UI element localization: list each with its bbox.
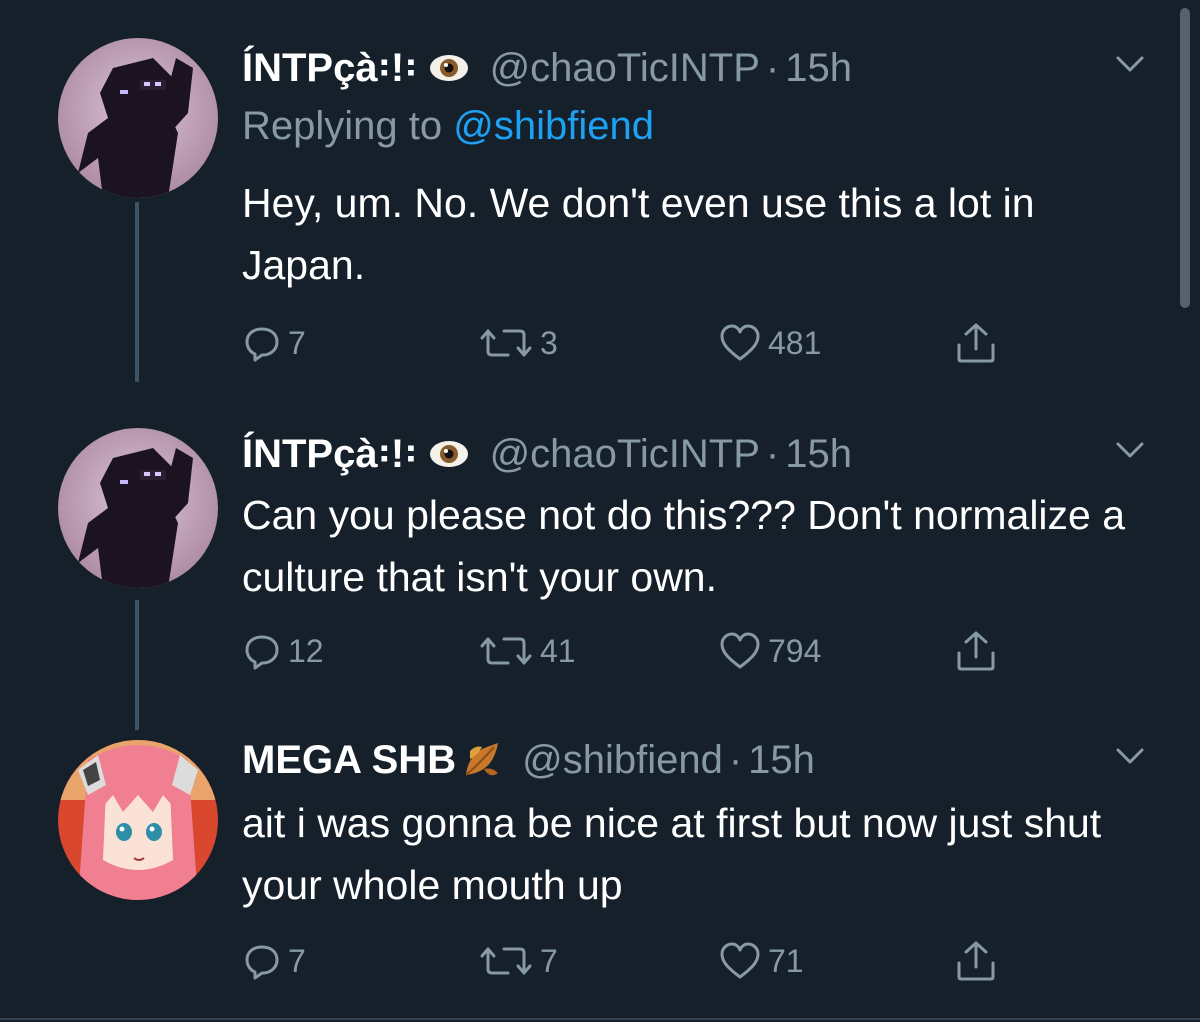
share-button[interactable] (954, 936, 998, 986)
retweet-icon (480, 329, 532, 357)
reply-count: 7 (288, 942, 306, 979)
separator-dot: · (765, 431, 780, 476)
retweet-button[interactable]: 41 (478, 626, 576, 676)
display-name[interactable]: ÍNTPçà꞉!꞉ (242, 46, 418, 91)
display-name[interactable]: MEGA SHB (242, 738, 456, 783)
share-icon (957, 631, 995, 671)
eye-emoji-icon (428, 433, 470, 475)
like-button[interactable]: 71 (718, 936, 804, 986)
share-button[interactable] (954, 318, 998, 368)
tweet-header: MEGA SHB @shibfiend · 15h (242, 730, 815, 790)
tweet-text: Hey, um. No. We don't even use this a lo… (242, 180, 1035, 288)
retweet-count: 7 (540, 942, 558, 979)
avatar-chaoticintp[interactable] (58, 428, 218, 588)
retweet-button[interactable]: 3 (478, 318, 558, 368)
reply-icon (245, 945, 279, 980)
heart-icon (720, 324, 760, 361)
reply-count: 12 (288, 632, 324, 669)
like-count: 794 (768, 632, 822, 669)
thread-line (135, 202, 139, 382)
replying-to-label: Replying to (242, 104, 443, 148)
user-handle[interactable]: @shibfiend (522, 738, 723, 783)
like-button[interactable]: 794 (718, 626, 821, 676)
like-count: 481 (768, 324, 822, 361)
replying-to-mention[interactable]: @shibfiend (453, 104, 654, 148)
tweet-actions: 7 3 481 (242, 318, 1042, 368)
chevron-down-icon[interactable] (1112, 432, 1148, 468)
reply-icon (245, 635, 279, 670)
reply-icon (245, 327, 279, 362)
reply-button[interactable]: 12 (242, 626, 324, 676)
tweet-3[interactable]: MEGA SHB @shibfiend · 15h ait i was gonn… (0, 730, 1200, 1022)
share-button[interactable] (954, 626, 998, 676)
retweet-count: 41 (540, 632, 576, 669)
reply-button[interactable]: 7 (242, 936, 306, 986)
tweet-actions: 7 7 71 (242, 936, 1042, 986)
share-icon (957, 323, 995, 363)
tweet-header: ÍNTPçà꞉!꞉ @chaoTicINTP · 15h (242, 424, 852, 484)
timestamp[interactable]: 15h (785, 432, 852, 477)
fallen-leaf-emoji-icon (460, 739, 502, 781)
tweet-1[interactable]: ÍNTPçà꞉!꞉ @chaoTicINTP · 15h Replying to… (0, 38, 1200, 382)
heart-icon (720, 942, 760, 979)
scrollbar[interactable] (1180, 8, 1190, 308)
timestamp[interactable]: 15h (785, 46, 852, 91)
retweet-icon (480, 637, 532, 665)
display-name[interactable]: ÍNTPçà꞉!꞉ (242, 432, 418, 477)
retweet-icon (480, 947, 532, 975)
like-button[interactable]: 481 (718, 318, 821, 368)
reply-count: 7 (288, 324, 306, 361)
chevron-down-icon[interactable] (1112, 738, 1148, 774)
separator-dot: · (765, 45, 780, 90)
replying-to-line: Replying to @shibfiend (242, 104, 654, 149)
tweet-2[interactable]: ÍNTPçà꞉!꞉ @chaoTicINTP · 15h Can you ple… (0, 424, 1200, 730)
eye-emoji-icon (428, 47, 470, 89)
thread-line (135, 600, 139, 730)
bottom-divider (0, 1018, 1200, 1020)
like-count: 71 (768, 942, 804, 979)
share-icon (957, 941, 995, 981)
tweet-text: ait i was gonna be nice at first but now… (242, 800, 1102, 908)
chevron-down-icon[interactable] (1112, 46, 1148, 82)
avatar-shibfiend[interactable] (58, 740, 218, 900)
user-handle[interactable]: @chaoTicINTP (490, 432, 760, 477)
user-handle[interactable]: @chaoTicINTP (490, 46, 760, 91)
heart-icon (720, 632, 760, 669)
tweet-header: ÍNTPçà꞉!꞉ @chaoTicINTP · 15h (242, 38, 852, 98)
timestamp[interactable]: 15h (748, 738, 815, 783)
retweet-count: 3 (540, 324, 558, 361)
separator-dot: · (728, 737, 743, 782)
tweet-text: Can you please not do this??? Don't norm… (242, 492, 1126, 600)
avatar-chaoticintp[interactable] (58, 38, 218, 198)
tweet-actions: 12 41 794 (242, 626, 1042, 676)
reply-button[interactable]: 7 (242, 318, 306, 368)
retweet-button[interactable]: 7 (478, 936, 558, 986)
